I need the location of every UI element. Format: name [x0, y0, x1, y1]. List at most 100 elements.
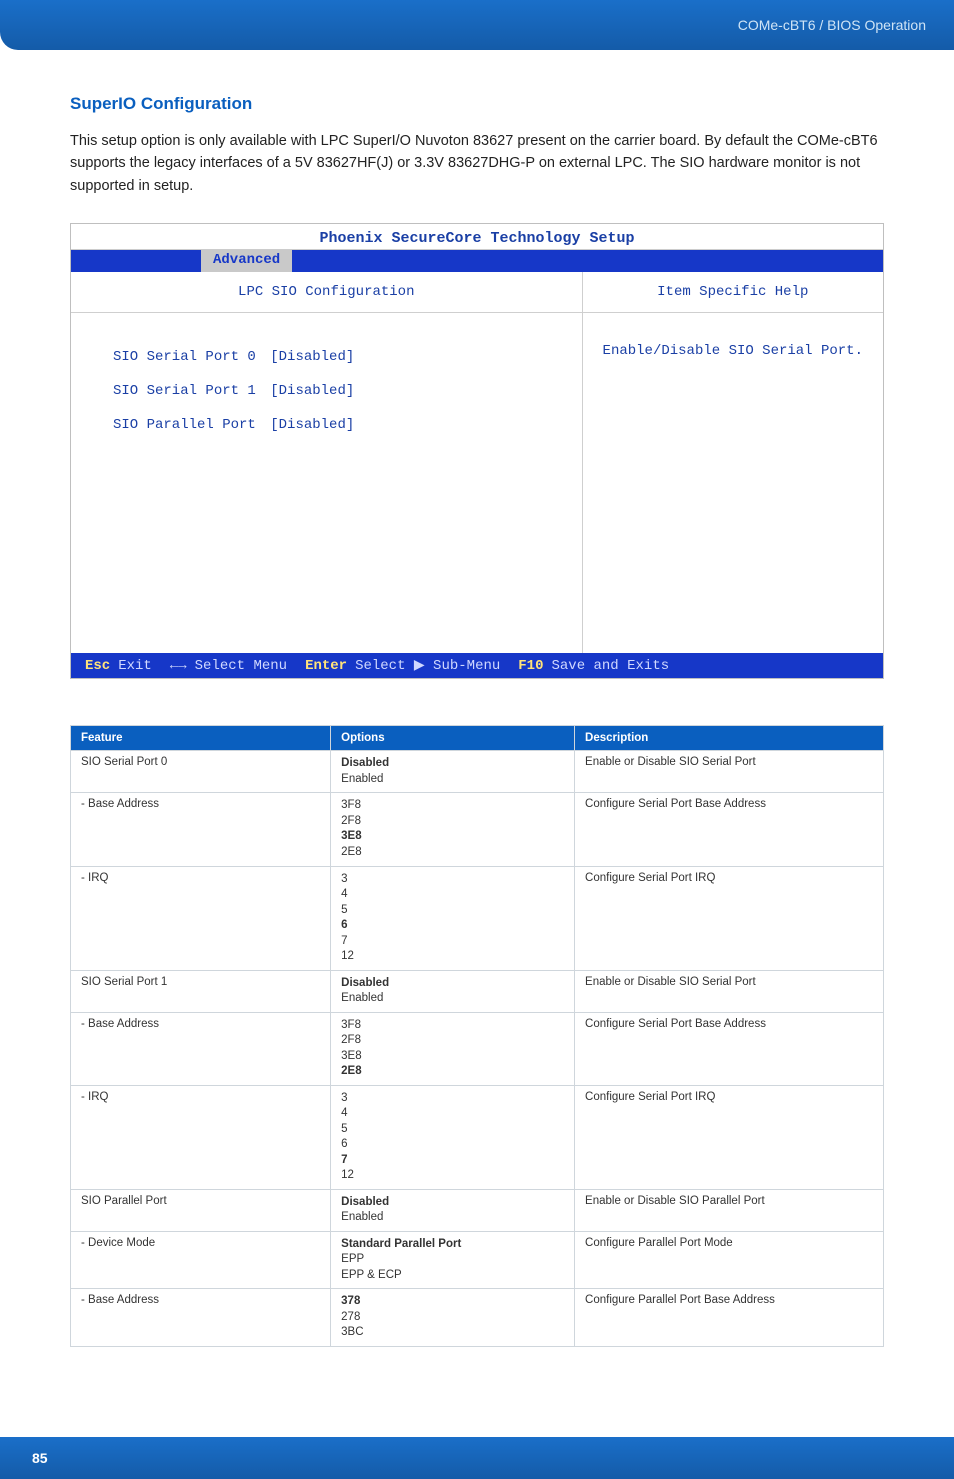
bios-opt-value: [Disabled]	[270, 341, 354, 375]
bios-footer: Esc Exit ←→ Select Menu Enter Select ▶ S…	[71, 653, 883, 678]
cell-options: DisabledEnabled	[331, 751, 575, 793]
cell-options: 3456712	[331, 866, 575, 970]
feature-table: Feature Options Description SIO Serial P…	[70, 725, 884, 1347]
cell-options: DisabledEnabled	[331, 970, 575, 1012]
cell-feature: SIO Parallel Port	[71, 1189, 331, 1231]
option-line: 6	[341, 918, 564, 934]
table-row: SIO Serial Port 1DisabledEnabledEnable o…	[71, 970, 884, 1012]
page-content: SuperIO Configuration This setup option …	[0, 50, 954, 1367]
cell-feature: - Base Address	[71, 793, 331, 866]
cell-options: 3782783BC	[331, 1289, 575, 1347]
option-line: 3E8	[341, 829, 564, 845]
th-description: Description	[575, 726, 884, 751]
action-save: Save and Exits	[552, 658, 670, 674]
bios-help-text: Enable/Disable SIO Serial Port.	[603, 325, 863, 359]
option-line: 2E8	[341, 1064, 564, 1080]
cell-description: Enable or Disable SIO Serial Port	[575, 970, 884, 1012]
cell-description: Configure Serial Port IRQ	[575, 1085, 884, 1189]
cell-description: Enable or Disable SIO Parallel Port	[575, 1189, 884, 1231]
bios-title: Phoenix SecureCore Technology Setup	[71, 224, 883, 250]
bios-tabs: Advanced	[71, 250, 883, 272]
bios-opt-value: [Disabled]	[270, 375, 354, 409]
bios-tab-advanced[interactable]: Advanced	[201, 250, 292, 272]
option-line: 3BC	[341, 1325, 564, 1341]
option-line: 4	[341, 887, 564, 903]
bios-right-title: Item Specific Help	[583, 272, 883, 312]
bios-screenshot: Phoenix SecureCore Technology Setup Adva…	[70, 223, 884, 679]
bios-opt-value: [Disabled]	[270, 409, 354, 443]
section-intro: This setup option is only available with…	[70, 130, 884, 197]
option-line: Enabled	[341, 991, 564, 1007]
cell-options: 3F82F83E82E8	[331, 793, 575, 866]
action-select-menu: Select Menu	[195, 658, 287, 674]
option-line: Standard Parallel Port	[341, 1237, 564, 1253]
option-line: 3F8	[341, 1018, 564, 1034]
option-line: 378	[341, 1294, 564, 1310]
cell-description: Configure Serial Port Base Address	[575, 1012, 884, 1085]
bios-opt-label: SIO Serial Port 1	[113, 383, 256, 399]
option-line: 5	[341, 1122, 564, 1138]
option-line: 12	[341, 1168, 564, 1184]
table-row: - Device ModeStandard Parallel PortEPPEP…	[71, 1231, 884, 1289]
cell-options: Standard Parallel PortEPPEPP & ECP	[331, 1231, 575, 1289]
cell-feature: - Base Address	[71, 1012, 331, 1085]
cell-feature: - IRQ	[71, 1085, 331, 1189]
bios-body: SIO Serial Port 0 [Disabled] SIO Serial …	[71, 313, 883, 653]
option-line: Disabled	[341, 1195, 564, 1211]
option-line: 3	[341, 1091, 564, 1107]
option-line: 2F8	[341, 814, 564, 830]
option-line: Disabled	[341, 756, 564, 772]
bios-opt-2[interactable]: SIO Parallel Port [Disabled]	[113, 409, 582, 443]
bios-opt-1[interactable]: SIO Serial Port 1 [Disabled]	[113, 375, 582, 409]
cell-feature: - IRQ	[71, 866, 331, 970]
table-row: - Base Address3F82F83E82E8Configure Seri…	[71, 793, 884, 866]
action-submenu: Select ▶ Sub-Menu	[355, 657, 500, 674]
option-line: EPP & ECP	[341, 1268, 564, 1284]
cell-feature: SIO Serial Port 1	[71, 970, 331, 1012]
bios-help-pane: Enable/Disable SIO Serial Port.	[583, 313, 883, 653]
bios-left-pane: SIO Serial Port 0 [Disabled] SIO Serial …	[71, 313, 583, 653]
table-row: SIO Serial Port 0DisabledEnabledEnable o…	[71, 751, 884, 793]
bios-subtitle-row: LPC SIO Configuration Item Specific Help	[71, 272, 883, 313]
option-line: 278	[341, 1310, 564, 1326]
cell-options: 3456712	[331, 1085, 575, 1189]
option-line: Disabled	[341, 976, 564, 992]
option-line: 7	[341, 934, 564, 950]
page-footer: 85	[0, 1437, 954, 1479]
bios-left-title: LPC SIO Configuration	[71, 272, 583, 312]
th-options: Options	[331, 726, 575, 751]
cell-description: Configure Serial Port Base Address	[575, 793, 884, 866]
page-header: COMe-cBT6 / BIOS Operation	[0, 0, 954, 50]
section-title: SuperIO Configuration	[70, 94, 884, 114]
cell-feature: - Device Mode	[71, 1231, 331, 1289]
option-line: 3F8	[341, 798, 564, 814]
option-line: 3	[341, 872, 564, 888]
option-line: 5	[341, 903, 564, 919]
option-line: EPP	[341, 1252, 564, 1268]
option-line: 2E8	[341, 845, 564, 861]
option-line: 7	[341, 1153, 564, 1169]
bios-opt-label: SIO Serial Port 0	[113, 349, 256, 365]
table-row: - IRQ3456712Configure Serial Port IRQ	[71, 866, 884, 970]
option-line: 4	[341, 1106, 564, 1122]
cell-feature: - Base Address	[71, 1289, 331, 1347]
table-row: - Base Address3782783BCConfigure Paralle…	[71, 1289, 884, 1347]
option-line: Enabled	[341, 1210, 564, 1226]
cell-options: 3F82F83E82E8	[331, 1012, 575, 1085]
option-line: 3E8	[341, 1049, 564, 1065]
page-number: 85	[32, 1450, 48, 1466]
cell-description: Configure Parallel Port Base Address	[575, 1289, 884, 1347]
table-row: - Base Address3F82F83E82E8Configure Seri…	[71, 1012, 884, 1085]
option-line: 6	[341, 1137, 564, 1153]
option-line: Enabled	[341, 772, 564, 788]
cell-description: Configure Parallel Port Mode	[575, 1231, 884, 1289]
cell-description: Configure Serial Port IRQ	[575, 866, 884, 970]
bios-opt-0[interactable]: SIO Serial Port 0 [Disabled]	[113, 341, 582, 375]
key-arrows: ←→	[170, 658, 187, 674]
key-esc: Esc	[85, 658, 110, 674]
bios-options: SIO Serial Port 0 [Disabled] SIO Serial …	[71, 313, 582, 442]
breadcrumb: COMe-cBT6 / BIOS Operation	[738, 17, 926, 33]
table-header-row: Feature Options Description	[71, 726, 884, 751]
table-row: - IRQ3456712Configure Serial Port IRQ	[71, 1085, 884, 1189]
option-line: 12	[341, 949, 564, 965]
